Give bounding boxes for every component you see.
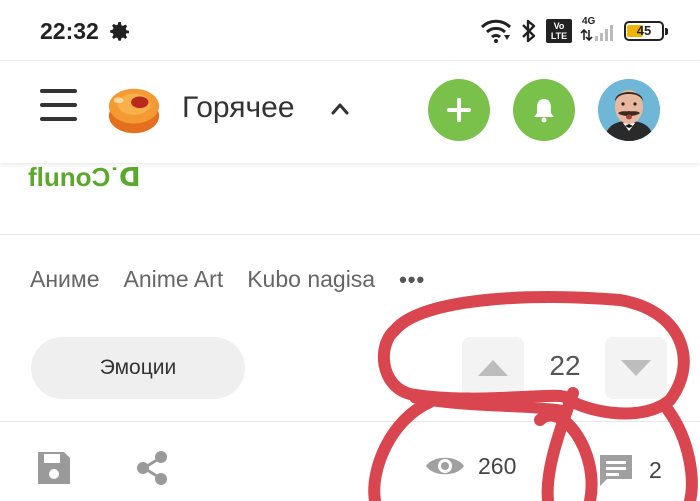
plus-icon	[447, 98, 471, 122]
tag-item[interactable]: Аниме	[30, 266, 100, 293]
share-icon[interactable]	[134, 449, 170, 487]
bluetooth-icon	[522, 19, 536, 43]
feed-title[interactable]: Горячее	[182, 91, 295, 125]
divider	[0, 421, 700, 422]
app-header: Горячее	[0, 60, 700, 163]
notifications-button[interactable]	[513, 79, 575, 141]
add-post-button[interactable]	[428, 79, 490, 141]
status-bar: 22:32 Vo LTE 4G 45	[0, 0, 700, 60]
rating-value: 22	[549, 350, 581, 381]
menu-icon[interactable]	[40, 89, 80, 129]
status-time: 22:32	[40, 18, 99, 44]
views-counter: 260	[424, 452, 516, 480]
arrow-down-icon	[621, 360, 651, 376]
pikabu-logo[interactable]	[105, 81, 163, 139]
volte-icon: Vo LTE	[546, 19, 572, 43]
arrow-up-icon	[478, 360, 508, 376]
more-tags-button[interactable]: •••	[399, 267, 425, 293]
divider	[0, 234, 700, 235]
tag-list: Аниме Anime Art Kubo nagisa •••	[30, 266, 425, 293]
wifi-icon	[480, 19, 512, 43]
tag-item[interactable]: Anime Art	[124, 266, 224, 293]
upvote-button[interactable]	[462, 337, 524, 399]
chevron-up-icon[interactable]	[330, 99, 350, 119]
downvote-button[interactable]	[605, 337, 667, 399]
bell-icon	[534, 99, 554, 123]
emotions-button[interactable]: Эмоции	[31, 337, 245, 399]
signal-icon: 4G	[580, 16, 616, 44]
tag-item[interactable]: Kubo nagisa	[247, 266, 375, 293]
avatar[interactable]	[598, 79, 660, 141]
comments-count: 2	[649, 456, 662, 483]
comments-button[interactable]: 2	[597, 452, 662, 488]
post-author-snippet[interactable]: flunoϽ˙ꓷ	[28, 162, 141, 193]
battery-icon: 45	[624, 21, 668, 41]
views-count: 260	[478, 452, 517, 479]
comment-icon	[600, 455, 632, 486]
save-icon[interactable]	[35, 449, 73, 487]
battery-level: 45	[636, 23, 652, 38]
eye-icon	[426, 457, 464, 475]
gear-icon	[110, 22, 129, 41]
